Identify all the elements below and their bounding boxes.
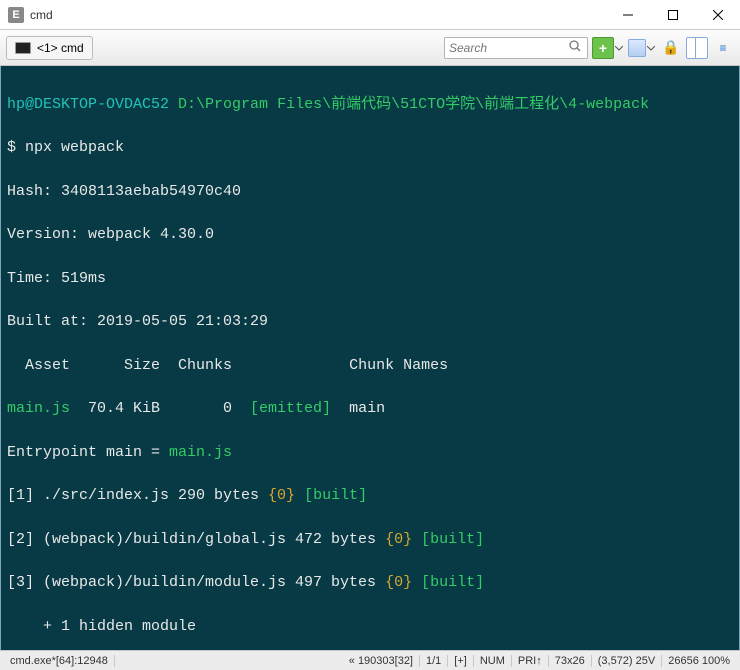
output-header: Asset Size Chunks Chunk Names [7,355,735,377]
output-hidden: + 1 hidden module [7,616,735,638]
window-title: cmd [30,8,605,22]
window-list-button[interactable] [628,39,646,57]
output-module-3: [3] (webpack)/buildin/module.js 497 byte… [7,572,735,594]
output-time: Time: 519ms [7,268,735,290]
status-seg-2: 1/1 [420,655,448,667]
output-built: Built at: 2019-05-05 21:03:29 [7,311,735,333]
terminal-output[interactable]: hp@DESKTOP-OVDAC52 D:\Program Files\前端代码… [0,66,740,650]
statusbar: cmd.exe*[64]:12948 « 190303[32] 1/1 [+] … [0,650,740,670]
status-seg-7: (3,572) 25V [592,655,662,667]
output-version: Version: webpack 4.30.0 [7,224,735,246]
status-process: cmd.exe*[64]:12948 [4,655,115,667]
menu-icon[interactable]: ≡ [712,37,734,59]
terminal-icon [15,42,31,54]
status-seg-6: 73x26 [549,655,592,667]
output-asset-row: main.js 70.4 KiB 0 [emitted] main [7,398,735,420]
status-seg-4: NUM [474,655,512,667]
window-titlebar: E cmd [0,0,740,30]
search-box[interactable] [444,37,588,59]
maximize-button[interactable] [650,0,695,30]
status-seg-3: [+] [448,655,474,667]
command-line: $ npx webpack [7,137,735,159]
close-button[interactable] [695,0,740,30]
output-entrypoint: Entrypoint main = main.js [7,442,735,464]
search-input[interactable] [449,41,567,55]
output-module-2: [2] (webpack)/buildin/global.js 472 byte… [7,529,735,551]
status-seg-1: « 190303[32] [343,655,420,667]
split-pane-icon[interactable] [686,37,708,59]
status-seg-8: 26656 100% [662,655,736,667]
new-tab-dropdown[interactable] [614,37,624,59]
tab-label: <1> cmd [37,41,84,55]
window-list-dropdown[interactable] [646,37,656,59]
search-icon[interactable] [567,39,583,57]
output-module-1: [1] ./src/index.js 290 bytes {0} [built] [7,485,735,507]
toolbar: <1> cmd + 🔒 ≡ [0,30,740,66]
prompt-line: hp@DESKTOP-OVDAC52 D:\Program Files\前端代码… [7,94,735,116]
output-hash: Hash: 3408113aebab54970c40 [7,181,735,203]
status-seg-5: PRI↑ [512,655,549,667]
app-icon: E [8,7,24,23]
tab-cmd[interactable]: <1> cmd [6,36,93,60]
minimize-button[interactable] [605,0,650,30]
new-tab-button[interactable]: + [592,37,614,59]
lock-icon[interactable]: 🔒 [660,37,682,59]
